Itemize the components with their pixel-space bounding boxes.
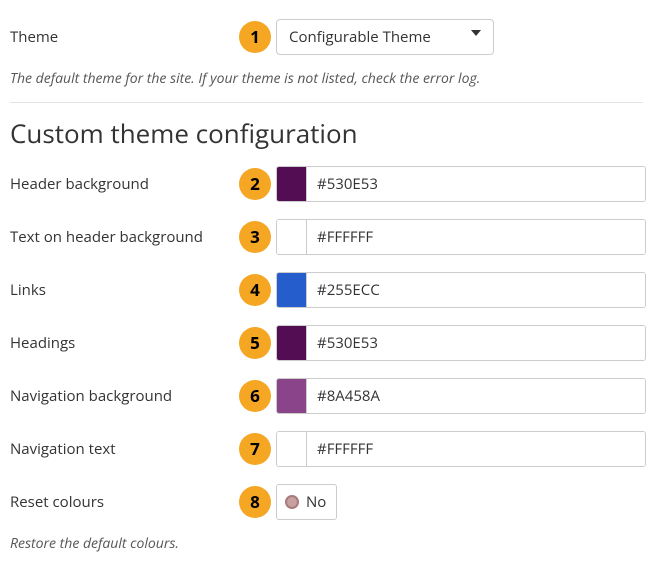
color-label: Navigation background [10,386,234,406]
color-text-input[interactable] [307,220,645,254]
color-text-input[interactable] [307,167,645,201]
color-field-row: Text on header background3 [10,210,643,263]
section-title: Custom theme configuration [10,115,643,151]
color-input-group [276,219,646,255]
color-swatch[interactable] [277,432,307,466]
color-swatch[interactable] [277,326,307,360]
marker-3: 3 [239,221,271,253]
reset-option-no[interactable]: No [276,484,337,520]
reset-row: Reset colours 8 No [10,475,643,528]
marker-7: 7 [239,433,271,465]
reset-option-label: No [306,492,326,512]
marker-1: 1 [239,21,271,53]
color-input-group [276,378,646,414]
color-label: Headings [10,333,234,353]
color-swatch[interactable] [277,220,307,254]
theme-select[interactable]: Configurable Theme [276,19,494,55]
color-input-group [276,272,646,308]
marker-4: 4 [239,274,271,306]
color-label: Navigation text [10,439,234,459]
color-text-input[interactable] [307,326,645,360]
color-label: Header background [10,174,234,194]
theme-label: Theme [10,27,234,47]
color-input-group [276,431,646,467]
theme-select-value: Configurable Theme [289,27,431,47]
color-field-row: Navigation text7 [10,422,643,475]
marker-2: 2 [239,168,271,200]
color-field-row: Navigation background6 [10,369,643,422]
reset-helper-text: Restore the default colours. [10,534,643,553]
marker-6: 6 [239,380,271,412]
divider [10,102,643,103]
color-text-input[interactable] [307,273,645,307]
chevron-down-icon [471,30,481,36]
marker-5: 5 [239,327,271,359]
marker-8: 8 [239,486,271,518]
color-text-input[interactable] [307,379,645,413]
color-swatch[interactable] [277,379,307,413]
color-field-row: Headings5 [10,316,643,369]
color-field-row: Header background2 [10,157,643,210]
reset-label: Reset colours [10,492,234,512]
color-text-input[interactable] [307,432,645,466]
color-label: Text on header background [10,227,234,247]
theme-helper-text: The default theme for the site. If your … [10,69,643,88]
radio-icon [285,495,299,509]
color-input-group [276,325,646,361]
color-field-row: Links4 [10,263,643,316]
color-label: Links [10,280,234,300]
color-swatch[interactable] [277,273,307,307]
theme-row: Theme 1 Configurable Theme [10,10,643,63]
color-swatch[interactable] [277,167,307,201]
color-input-group [276,166,646,202]
